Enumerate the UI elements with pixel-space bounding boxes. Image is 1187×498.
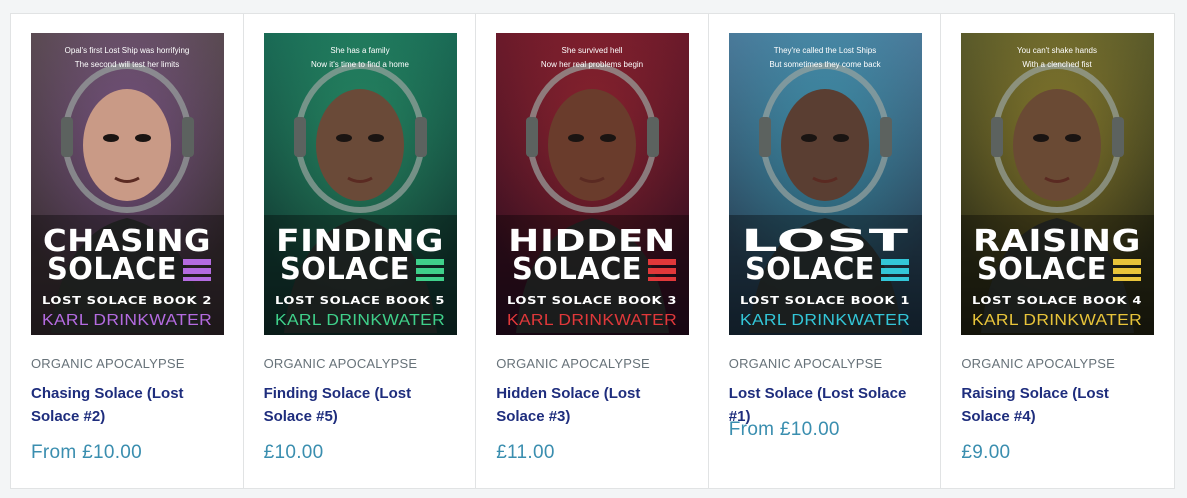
product-vendor[interactable]: ORGANIC APOCALYPSE — [264, 356, 418, 371]
accent-bar — [415, 277, 444, 281]
eye-right — [135, 134, 151, 142]
product-price: £11.00 — [496, 442, 555, 463]
product-price: From £10.00 — [728, 419, 840, 440]
cover-title-word-2: SOLACE — [745, 252, 875, 287]
accent-bar — [880, 259, 909, 265]
book-cover-image[interactable]: You can't shake hands With a clenched fis… — [961, 33, 1155, 335]
accent-bar — [880, 268, 909, 274]
eye-left — [1033, 134, 1050, 142]
cover-author: KARL DRINKWATER — [507, 312, 677, 329]
product-title-link[interactable]: Raising Solace (Lost Solace #4) — [961, 382, 1156, 428]
helmet-ear-right — [647, 117, 660, 157]
book-cover-image[interactable]: They're called the Lost Ships But sometim… — [728, 33, 922, 335]
eye-left — [103, 134, 119, 142]
face-shape — [83, 89, 171, 201]
product-title-link[interactable]: Hidden Solace (Lost Solace #3) — [496, 382, 691, 428]
helmet-ear-right — [1112, 117, 1125, 157]
cover-title-word-2: SOLACE — [977, 252, 1107, 287]
cover-tagline-2: With a clenched fist — [1023, 60, 1093, 69]
helmet-ear-left — [991, 117, 1004, 157]
helmet-ear-right — [414, 117, 427, 157]
cover-tagline-1: You can't shake hands — [1017, 46, 1097, 55]
cover-art: They're called the Lost Ships But sometim… — [728, 33, 922, 335]
product-price: From £10.00 — [31, 442, 143, 463]
cover-tagline-2: Now her real problems begin — [541, 60, 643, 69]
product-vendor[interactable]: ORGANIC APOCALYPSE — [31, 356, 185, 371]
face-shape — [548, 89, 637, 201]
face-shape — [780, 89, 869, 201]
eye-left — [335, 134, 352, 142]
cover-tagline-1: Opal's first Lost Ship was horrifying — [65, 46, 190, 55]
accent-bar — [648, 259, 677, 265]
face-shape — [1013, 89, 1102, 201]
eye-right — [600, 134, 617, 142]
cover-author: KARL DRINKWATER — [740, 312, 910, 329]
cover-series-label: LOST SOLACE BOOK 5 — [275, 294, 445, 307]
eye-left — [800, 134, 817, 142]
accent-bar — [183, 259, 211, 265]
cover-art: You can't shake hands With a clenched fis… — [961, 33, 1155, 335]
accent-bar — [1113, 268, 1142, 274]
face-shape — [315, 89, 404, 201]
cover-title-word-2: SOLACE — [47, 252, 177, 287]
cover-tagline-1: She survived hell — [562, 46, 623, 55]
helmet-ear-left — [61, 117, 73, 157]
book-cover-image[interactable]: She has a family Now it's time to find a … — [263, 33, 457, 335]
product-title-link[interactable]: Finding Solace (Lost Solace #5) — [264, 382, 459, 428]
product-card[interactable]: You can't shake hands With a clenched fis… — [941, 14, 1174, 488]
cover-author: KARL DRINKWATER — [275, 312, 445, 329]
accent-bar — [415, 259, 444, 265]
book-cover-image[interactable]: She survived hell Now her real problems b… — [496, 33, 690, 335]
product-price: £10.00 — [263, 442, 324, 463]
accent-bar — [648, 268, 677, 274]
accent-bar — [1113, 259, 1142, 265]
product-grid: Opal's first Lost Ship was horrifying The… — [10, 13, 1175, 489]
accent-bar — [648, 277, 677, 281]
product-card[interactable]: She survived hell Now her real problems b… — [476, 14, 709, 488]
accent-bar — [183, 277, 211, 281]
cover-art: Opal's first Lost Ship was horrifying The… — [31, 33, 224, 335]
product-vendor[interactable]: ORGANIC APOCALYPSE — [729, 356, 883, 371]
eye-left — [568, 134, 585, 142]
helmet-ear-right — [879, 117, 892, 157]
cover-tagline-1: They're called the Lost Ships — [774, 46, 876, 55]
accent-bar — [880, 277, 909, 281]
eye-right — [1065, 134, 1082, 142]
cover-series-label: LOST SOLACE BOOK 2 — [42, 294, 212, 307]
cover-art: She has a family Now it's time to find a … — [263, 33, 457, 335]
product-price: £9.00 — [961, 442, 1011, 463]
eye-right — [367, 134, 384, 142]
helmet-ear-left — [526, 117, 539, 157]
book-cover-image[interactable]: Opal's first Lost Ship was horrifying The… — [31, 33, 224, 335]
cover-series-label: LOST SOLACE BOOK 3 — [507, 294, 677, 307]
helmet-ear-right — [182, 117, 194, 157]
cover-art: She survived hell Now her real problems b… — [496, 33, 690, 335]
accent-bar — [1113, 277, 1142, 281]
product-card[interactable]: They're called the Lost Ships But sometim… — [709, 14, 942, 488]
product-card[interactable]: Opal's first Lost Ship was horrifying The… — [11, 14, 244, 488]
cover-tagline-2: The second will test her limits — [75, 60, 179, 69]
product-card[interactable]: She has a family Now it's time to find a … — [244, 14, 477, 488]
accent-bar — [415, 268, 444, 274]
cover-title-word-2: SOLACE — [280, 252, 410, 287]
accent-bar — [183, 268, 211, 274]
cover-tagline-2: Now it's time to find a home — [311, 60, 410, 69]
product-title-link[interactable]: Chasing Solace (Lost Solace #2) — [31, 382, 226, 428]
product-vendor[interactable]: ORGANIC APOCALYPSE — [961, 356, 1115, 371]
cover-title-word-2: SOLACE — [512, 252, 642, 287]
cover-author: KARL DRINKWATER — [972, 312, 1142, 329]
product-vendor[interactable]: ORGANIC APOCALYPSE — [496, 356, 650, 371]
helmet-ear-left — [293, 117, 306, 157]
cover-tagline-2: But sometimes they come back — [769, 60, 881, 69]
eye-right — [832, 134, 849, 142]
cover-author: KARL DRINKWATER — [42, 312, 212, 329]
cover-series-label: LOST SOLACE BOOK 1 — [740, 294, 910, 307]
helmet-ear-left — [758, 117, 771, 157]
cover-tagline-1: She has a family — [330, 46, 389, 55]
page-edge — [1176, 0, 1187, 498]
cover-series-label: LOST SOLACE BOOK 4 — [972, 294, 1142, 307]
